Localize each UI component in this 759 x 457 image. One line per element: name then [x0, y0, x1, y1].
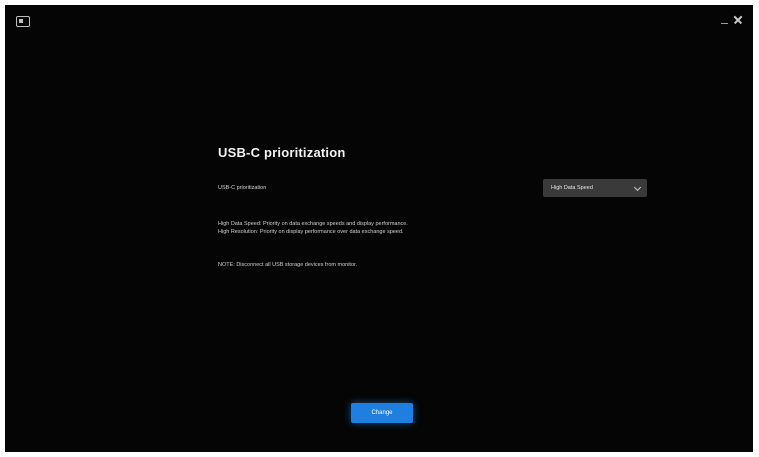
app-window: USB-C prioritization USB-C prioritizatio…: [5, 5, 753, 452]
minimize-icon[interactable]: [721, 22, 728, 24]
chevron-down-icon: [633, 183, 642, 192]
change-button[interactable]: Change: [351, 403, 413, 423]
dropdown-value: High Data Speed: [551, 185, 593, 191]
prioritization-dropdown[interactable]: High Data Speed: [543, 179, 647, 197]
monitor-icon[interactable]: [16, 16, 30, 27]
setting-label: USB-C prioritization: [218, 185, 267, 191]
note-text: NOTE: Disconnect all USB storage devices…: [218, 262, 358, 268]
description-text: High Data Speed: Priority on data exchan…: [218, 220, 558, 236]
close-icon[interactable]: [731, 13, 745, 27]
description-line: High Data Speed: Priority on data exchan…: [218, 221, 408, 227]
page-title: USB-C prioritization: [218, 145, 346, 160]
description-line: High Resolution: Priority on display per…: [218, 229, 404, 235]
window-controls: [721, 13, 745, 27]
